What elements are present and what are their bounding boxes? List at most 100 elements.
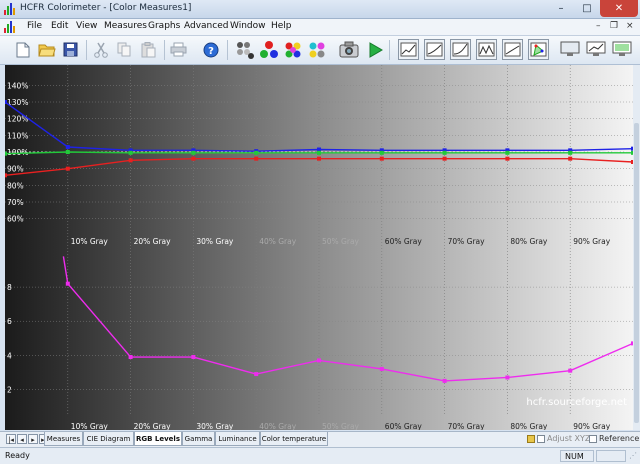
reference-checkbox[interactable] — [589, 434, 597, 443]
cut-icon[interactable] — [90, 39, 111, 60]
data-point — [505, 150, 510, 155]
x-tick-label: 30% Gray — [196, 422, 234, 430]
tab-next-button[interactable]: ▸ — [28, 434, 38, 444]
data-point — [379, 156, 384, 161]
window-close-button[interactable]: ✕ — [600, 0, 638, 17]
adjust-icon — [527, 434, 535, 443]
chart-view-icon[interactable] — [398, 39, 419, 60]
save-icon[interactable] — [60, 39, 81, 60]
data-point — [568, 368, 573, 373]
reference-option[interactable]: Reference — [589, 434, 639, 443]
child-close-button[interactable]: × — [626, 21, 634, 31]
watermark-text: hcfr.sourceforge.net — [526, 397, 627, 408]
rgb-spheres-icon[interactable] — [258, 39, 279, 60]
tab-gamma[interactable]: Gamma — [182, 432, 215, 446]
data-point — [568, 156, 573, 161]
data-point — [442, 150, 447, 155]
new-document-icon[interactable] — [12, 39, 33, 60]
tab-color-temperature[interactable]: Color temperature — [260, 432, 328, 446]
data-point — [568, 150, 573, 155]
status-pane-empty — [596, 450, 626, 462]
paste-icon[interactable] — [138, 39, 159, 60]
menu-advanced[interactable]: Advanced — [184, 21, 228, 31]
monitor-green-icon[interactable] — [611, 39, 632, 60]
view-tab-bar: |◂ ◂ ▸ ▸| Measures CIE Diagram RGB Level… — [0, 431, 640, 447]
play-icon[interactable] — [364, 39, 385, 60]
x-tick-label: 90% Gray — [573, 422, 611, 430]
x-tick-label: 80% Gray — [510, 422, 548, 430]
child-minimize-button[interactable]: – — [596, 21, 601, 31]
data-point — [254, 150, 259, 155]
menu-edit[interactable]: Edit — [51, 21, 68, 31]
toolbar-separator — [86, 40, 87, 60]
data-point — [128, 150, 133, 155]
tab-cie-diagram[interactable]: CIE Diagram — [83, 432, 134, 446]
menu-graphs[interactable]: Graphs — [148, 21, 180, 31]
color-spheres-icon[interactable] — [282, 39, 303, 60]
data-point — [128, 355, 133, 360]
child-restore-button[interactable]: ❐ — [610, 21, 618, 31]
x-tick-label: 70% Gray — [448, 237, 486, 246]
camera-icon[interactable] — [338, 39, 359, 60]
data-point — [317, 150, 321, 155]
status-text: Ready — [5, 451, 30, 460]
rgb-levels-chart: 140%130%120%110%100%90%80%70%60%10% Gray… — [5, 65, 633, 430]
adjust-xyz-label: Adjust XYZ — [547, 434, 591, 443]
data-point — [191, 150, 196, 155]
menu-view[interactable]: View — [76, 21, 97, 31]
menu-help[interactable]: Help — [271, 21, 292, 31]
tab-prev-button[interactable]: ◂ — [17, 434, 27, 444]
data-point — [379, 366, 384, 371]
status-pane-num: NUM — [560, 450, 594, 462]
adjust-xyz-checkbox[interactable] — [537, 434, 545, 443]
data-point — [5, 100, 7, 104]
window-minimize-button[interactable]: – — [548, 0, 574, 17]
window-maximize-button[interactable]: □ — [574, 0, 600, 17]
gamma-chart-icon[interactable] — [450, 39, 471, 60]
measure-series-icon[interactable] — [234, 39, 255, 60]
data-point — [65, 150, 70, 154]
menu-measures[interactable]: Measures — [104, 21, 147, 31]
tab-measures[interactable]: Measures — [44, 432, 83, 446]
menu-file[interactable]: File — [27, 21, 42, 31]
luminance-chart-icon[interactable] — [502, 39, 523, 60]
open-folder-icon[interactable] — [36, 39, 57, 60]
x-tick-label: 50% Gray — [322, 237, 360, 246]
data-point — [5, 173, 7, 178]
resize-grip-icon[interactable]: ⋰ — [629, 451, 638, 461]
monitor-chart-icon[interactable] — [585, 39, 606, 60]
data-point — [191, 156, 196, 161]
menu-bar: File Edit View Measures Graphs Advanced … — [0, 19, 640, 36]
x-tick-label: 30% Gray — [196, 237, 234, 246]
x-tick-label: 60% Gray — [385, 422, 423, 430]
monitor-icon[interactable] — [559, 39, 580, 60]
x-tick-label: 60% Gray — [385, 237, 423, 246]
data-point — [442, 378, 447, 383]
vertical-scrollbar[interactable] — [633, 65, 640, 430]
rgb-peaks-chart-icon[interactable] — [476, 39, 497, 60]
cie-chart-icon[interactable] — [528, 39, 549, 60]
x-tick-label: 90% Gray — [573, 237, 611, 246]
data-point — [505, 375, 510, 380]
help-icon[interactable]: ? — [200, 39, 221, 60]
print-icon[interactable] — [168, 39, 189, 60]
tab-luminance[interactable]: Luminance — [215, 432, 260, 446]
data-point — [254, 156, 259, 161]
data-point — [442, 156, 447, 161]
adjust-xyz-option[interactable]: Adjust XYZ — [527, 434, 590, 443]
copy-icon[interactable] — [114, 39, 135, 60]
x-tick-label: 70% Gray — [448, 422, 486, 430]
document-icon[interactable] — [4, 21, 16, 33]
x-tick-label: 10% Gray — [71, 237, 109, 246]
tab-rgb-levels[interactable]: RGB Levels — [134, 432, 182, 446]
y-tick-label: 140% — [7, 81, 28, 90]
chart-view-icon[interactable] — [424, 39, 445, 60]
menu-window[interactable]: Window — [230, 21, 266, 31]
app-window: HCFR Colorimeter - [Color Measures1] – □… — [0, 0, 640, 464]
x-tick-label: 10% Gray — [71, 422, 109, 430]
tab-first-button[interactable]: |◂ — [6, 434, 16, 444]
scrollbar-thumb[interactable] — [634, 123, 639, 423]
y-tick-label: 60% — [7, 215, 24, 224]
x-tick-label: 40% Gray — [259, 237, 297, 246]
secondary-spheres-icon[interactable] — [306, 39, 327, 60]
